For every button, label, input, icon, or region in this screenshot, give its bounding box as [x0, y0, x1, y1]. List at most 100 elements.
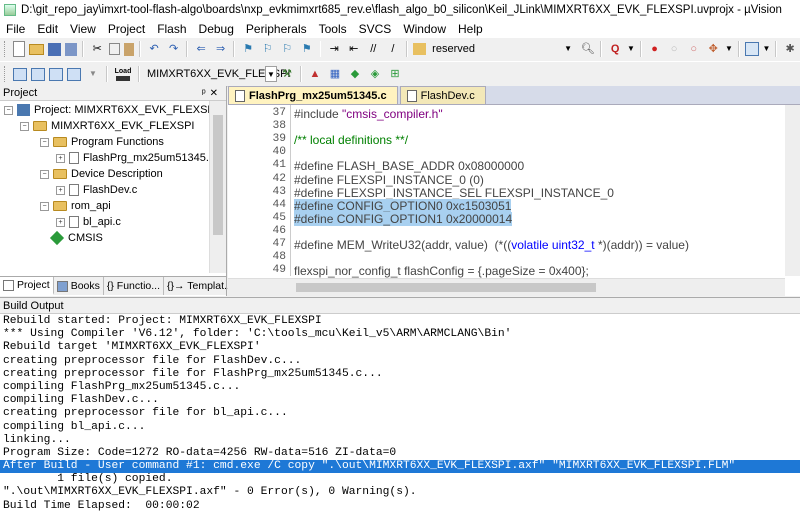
file-extensions-icon[interactable]: ▲ — [307, 66, 323, 82]
project-tree-scrollbar[interactable] — [209, 101, 226, 273]
copy-icon[interactable] — [108, 43, 120, 55]
expand-icon[interactable]: + — [56, 217, 65, 227]
code-line[interactable]: #define CONFIG_OPTION0 0xc1503051 — [294, 198, 512, 213]
unindent-icon[interactable]: ⇤ — [346, 41, 362, 57]
configure-icon[interactable]: ✱ — [782, 41, 798, 57]
cut-icon[interactable]: ✂ — [89, 41, 105, 57]
select-software-packs-icon[interactable]: ◆ — [347, 66, 363, 82]
build-output-line[interactable]: 1 file(s) copied. — [0, 473, 800, 486]
tab-flashprg[interactable]: FlashPrg_mx25um51345.c — [228, 86, 398, 104]
bookmark-icon[interactable]: ⚑ — [240, 41, 256, 57]
download-load-icon[interactable]: Load — [113, 66, 133, 82]
rebuild-icon[interactable] — [49, 67, 63, 81]
build-output-line[interactable]: creating preprocessor file for FlashPrg_… — [0, 368, 800, 381]
pack-installer-icon[interactable]: ◈ — [367, 66, 383, 82]
tree-project-root[interactable]: − Project: MIMXRT6XX_EVK_FLEXSPI — [4, 102, 218, 118]
tree-group-program-functions[interactable]: − Program Functions — [40, 134, 164, 150]
tab-books[interactable]: Books — [54, 277, 104, 295]
tab-flashdev[interactable]: FlashDev.c — [399, 86, 486, 104]
menu-view[interactable]: View — [64, 22, 102, 36]
build-output-line[interactable]: Program Size: Code=1272 RO-data=4256 RW-… — [0, 447, 800, 460]
open-folder-icon[interactable] — [28, 43, 45, 55]
tree-file-bl-api[interactable]: + bl_api.c — [56, 214, 121, 230]
tree-group-rom-api[interactable]: − rom_api — [40, 198, 111, 214]
navigate-forward-icon[interactable]: ⇒ — [213, 41, 229, 57]
menu-project[interactable]: Project — [102, 22, 151, 36]
build-output-line[interactable]: After Build - User command #1: cmd.exe /… — [0, 460, 800, 474]
tab-project[interactable]: Project — [0, 277, 54, 295]
toolbar-grip[interactable] — [4, 41, 8, 57]
collapse-icon[interactable]: − — [40, 169, 49, 179]
target-select-dropdown[interactable]: ▼ — [265, 66, 277, 82]
window-layout-icon[interactable] — [744, 42, 759, 56]
menu-help[interactable]: Help — [452, 22, 489, 36]
previous-bookmark-icon[interactable]: ⚐ — [260, 41, 276, 57]
collapse-icon[interactable]: − — [4, 105, 13, 115]
kill-breakpoints-icon[interactable]: ✥ — [705, 41, 721, 57]
save-all-icon[interactable] — [64, 42, 78, 56]
navigate-back-icon[interactable]: ⇐ — [193, 41, 209, 57]
find-in-files-icon[interactable] — [412, 43, 427, 55]
build-output-line[interactable]: creating preprocessor file for FlashDev.… — [0, 355, 800, 368]
menu-debug[interactable]: Debug — [193, 22, 240, 36]
editor-horizontal-scrollbar[interactable] — [228, 278, 785, 296]
target-options-icon[interactable]: ⚒ — [279, 66, 295, 82]
menu-edit[interactable]: Edit — [31, 22, 64, 36]
collapse-icon[interactable]: − — [20, 121, 29, 131]
translate-icon[interactable] — [13, 67, 27, 81]
tree-file-flashdev[interactable]: + FlashDev.c — [56, 182, 137, 198]
comment-icon[interactable]: // — [366, 41, 382, 57]
code-line[interactable]: #define FLEXSPI_INSTANCE_0 (0) — [294, 173, 484, 187]
tree-cmsis[interactable]: CMSIS — [49, 230, 103, 246]
menu-window[interactable]: Window — [397, 22, 452, 36]
menu-peripherals[interactable]: Peripherals — [240, 22, 313, 36]
build-output-text[interactable]: Rebuild started: Project: MIMXRT6XX_EVK_… — [0, 315, 800, 513]
code-line[interactable]: #define CONFIG_OPTION1 0x20000014 — [294, 211, 513, 226]
tree-target[interactable]: − MIMXRT6XX_EVK_FLEXSPI — [20, 118, 194, 134]
stop-build-icon[interactable]: ▼ — [85, 66, 101, 82]
build-output-line[interactable]: *** Using Compiler 'V6.12', folder: 'C:\… — [0, 328, 800, 341]
dropdown-arrow-icon[interactable]: ▼ — [763, 41, 771, 57]
code-line[interactable]: /** local definitions **/ — [294, 133, 408, 147]
new-file-icon[interactable] — [12, 41, 25, 57]
build-output-line[interactable]: compiling FlashDev.c... — [0, 394, 800, 407]
code-area[interactable]: 37 #include "cmsis_compiler.h" 38 39 /** loc… — [228, 105, 785, 278]
find-icon[interactable]: 🔍︎ — [580, 41, 596, 57]
build-output-line[interactable]: compiling bl_api.c... — [0, 421, 800, 434]
toolbar-grip[interactable] — [4, 66, 8, 82]
build-output-line[interactable]: linking... — [0, 434, 800, 447]
code-line[interactable]: flexspi_nor_config_t flashConfig = {.pag… — [294, 264, 589, 278]
menu-file[interactable]: File — [0, 22, 31, 36]
next-bookmark-icon[interactable]: ⚐ — [279, 41, 295, 57]
build-output-line[interactable]: compiling FlashPrg_mx25um51345.c... — [0, 381, 800, 394]
menu-flash[interactable]: Flash — [151, 22, 192, 36]
collapse-icon[interactable]: − — [40, 201, 49, 211]
clear-bookmarks-icon[interactable]: ⚑ — [299, 41, 315, 57]
find-dropdown-icon[interactable]: ▼ — [560, 41, 576, 57]
incremental-find-icon[interactable]: Q — [607, 41, 623, 57]
manage-run-time-env-icon[interactable]: ▦ — [327, 66, 343, 82]
close-icon[interactable]: ✕ — [210, 88, 222, 99]
tree-group-device-description[interactable]: − Device Description — [40, 166, 163, 182]
menu-svcs[interactable]: SVCS — [353, 22, 398, 36]
collapse-icon[interactable]: − — [40, 137, 49, 147]
code-line[interactable]: #define FLASH_BASE_ADDR 0x08000000 — [294, 159, 524, 173]
build-output-line[interactable]: ".\out\MIMXRT6XX_EVK_FLEXSPI.axf" - 0 Er… — [0, 486, 800, 499]
pin-icon[interactable]: ᵖ — [202, 88, 210, 99]
scrollbar-thumb[interactable] — [296, 283, 596, 292]
uncomment-icon[interactable]: / — [385, 41, 401, 57]
redo-icon[interactable]: ↷ — [166, 41, 182, 57]
code-line[interactable]: #include "cmsis_compiler.h" — [294, 107, 443, 121]
tab-templates[interactable]: {}→ Templat... — [164, 277, 237, 295]
batch-build-icon[interactable] — [67, 67, 81, 81]
find-combo[interactable]: reserved — [428, 41, 558, 57]
build-output-line[interactable]: Rebuild target 'MIMXRT6XX_EVK_FLEXSPI' — [0, 341, 800, 354]
build-output-line[interactable]: Build Time Elapsed: 00:00:02 — [0, 500, 800, 513]
tab-functions[interactable]: {} Functio... — [104, 277, 164, 295]
expand-icon[interactable]: + — [56, 185, 65, 195]
tree-file-flashprg[interactable]: + FlashPrg_mx25um51345.c — [56, 150, 214, 166]
paste-icon[interactable] — [123, 42, 135, 56]
undo-icon[interactable]: ↶ — [146, 41, 162, 57]
disable-breakpoints-icon[interactable]: ○ — [686, 41, 702, 57]
expand-icon[interactable]: + — [56, 153, 65, 163]
